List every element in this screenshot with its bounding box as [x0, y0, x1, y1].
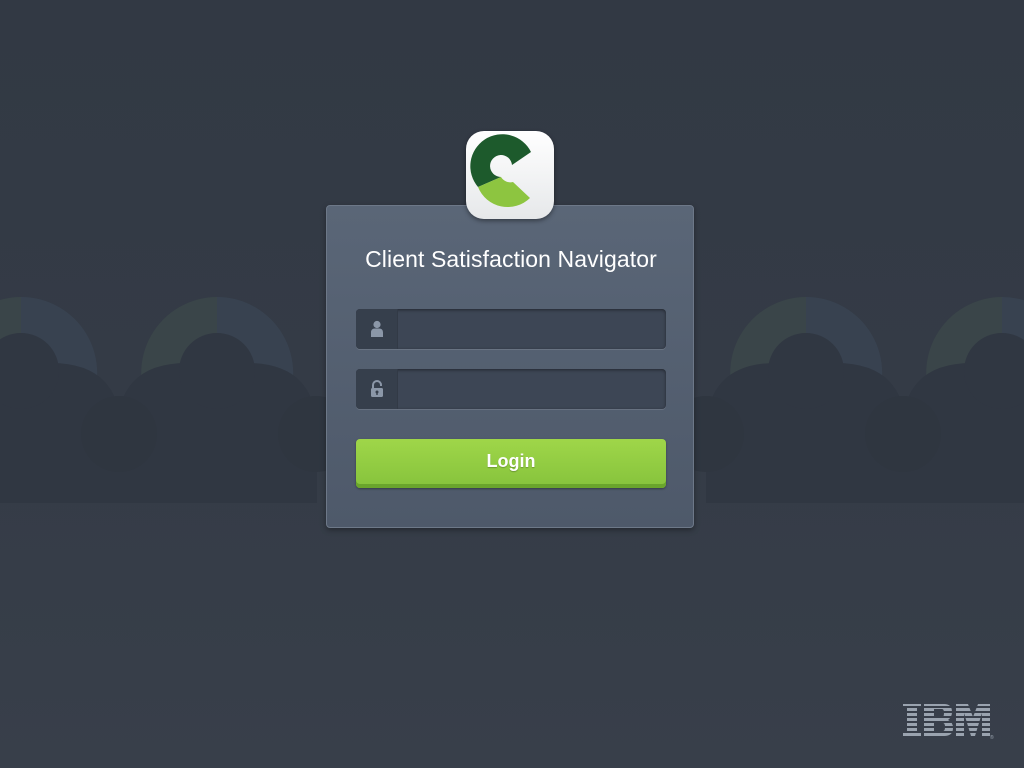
password-icon-cell: [356, 369, 398, 409]
c-logo-icon: [470, 134, 531, 208]
username-icon-cell: [356, 309, 398, 349]
password-field[interactable]: [356, 369, 666, 409]
username-input[interactable]: [398, 309, 666, 349]
ibm-logo-icon: ®: [903, 704, 994, 741]
password-input[interactable]: [398, 369, 666, 409]
app-title: Client Satisfaction Navigator: [365, 246, 657, 272]
ibm-logo: ®: [902, 703, 994, 741]
login-panel: Client Satisfaction Navigator Login: [326, 205, 694, 528]
app-logo: [466, 131, 554, 219]
lock-icon: [371, 380, 383, 397]
login-button[interactable]: Login: [356, 439, 666, 488]
user-icon: [371, 320, 383, 337]
username-field[interactable]: [356, 309, 666, 349]
svg-text:®: ®: [990, 734, 994, 739]
